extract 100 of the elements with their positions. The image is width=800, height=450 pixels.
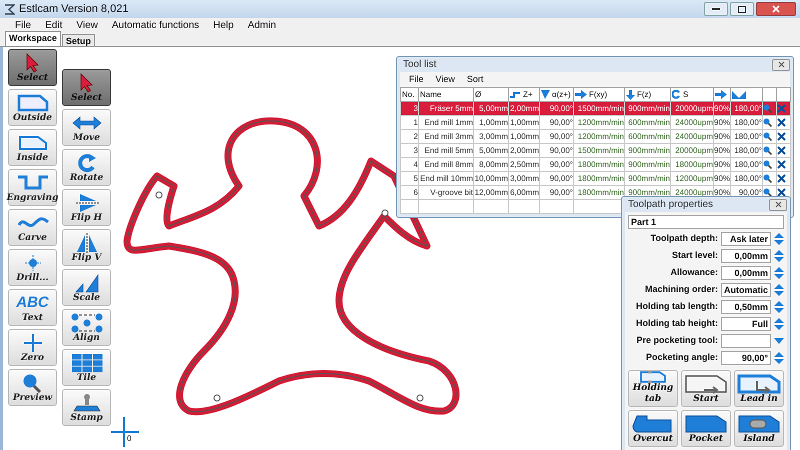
column-header[interactable]: F(z): [624, 88, 670, 102]
tool-button[interactable]: Engraving: [8, 169, 57, 206]
tool-button[interactable]: Scale: [62, 269, 111, 306]
panel-title: Toolpath properties: [628, 198, 714, 212]
column-header[interactable]: S: [670, 88, 714, 102]
close-button[interactable]: [772, 58, 790, 70]
tool-row[interactable]: 5 End mill 10mm 10,00mm 3,00mm 90,00° 1800mm/min 900mm/min 12000upm90% 180,00°: [400, 172, 790, 186]
tool-button[interactable]: Preview: [8, 369, 57, 406]
menu-item[interactable]: File: [409, 72, 424, 86]
toolpath-button[interactable]: Start: [681, 370, 731, 407]
toolpath-button[interactable]: Pocket: [681, 410, 731, 447]
table-cell: V-groove bit: [418, 186, 474, 200]
close-button[interactable]: [769, 198, 787, 210]
search-icon[interactable]: [763, 174, 772, 183]
table-cell: 90,00°: [540, 186, 574, 200]
tool-row[interactable]: 1 End mill 1mm 1,00mm 1,00mm 90,00° 1200mm/min 600mm/min 24000upm90% 180,00°: [400, 116, 790, 130]
tab[interactable]: Workspace: [5, 31, 61, 46]
value-field[interactable]: 0,00mm: [721, 249, 771, 263]
spinner-arrows-icon[interactable]: [774, 352, 784, 364]
toolpath-button[interactable]: Lead in: [734, 370, 784, 407]
column-header[interactable]: No.: [400, 88, 418, 102]
spinner-arrows-icon[interactable]: [774, 250, 784, 262]
field-label: Allowance:: [669, 266, 718, 280]
tool-button[interactable]: Flip V: [62, 229, 111, 266]
toolpath-button[interactable]: Holding tab: [628, 370, 678, 407]
value-field[interactable]: Full: [721, 317, 771, 331]
close-icon: [778, 61, 784, 68]
tool-button[interactable]: ABC Text: [8, 289, 57, 326]
menu-item[interactable]: Automatic functions: [112, 18, 200, 32]
rotate-icon: [672, 90, 681, 99]
menu-item[interactable]: Admin: [248, 18, 276, 32]
field-label: Pre pocketing tool:: [635, 334, 718, 348]
table-cell: 6,00mm: [508, 186, 540, 200]
tool-button[interactable]: Rotate: [62, 149, 111, 186]
menu-item[interactable]: Edit: [45, 18, 62, 32]
search-icon[interactable]: [763, 132, 772, 141]
grid-tiles-icon: [70, 353, 104, 373]
value-field[interactable]: 0,50mm: [721, 300, 771, 314]
field-label: Start level:: [670, 249, 718, 262]
part-name-field[interactable]: Part 1: [628, 215, 784, 229]
tool-button[interactable]: Zero: [8, 329, 57, 366]
value-field[interactable]: 90,00°: [721, 351, 771, 365]
menu-item[interactable]: Sort: [466, 72, 484, 86]
outline-shape-icon: [16, 93, 50, 113]
text-glyph: ABC: [16, 293, 49, 313]
tool-button[interactable]: Stamp: [62, 389, 111, 426]
tool-button[interactable]: Select: [8, 49, 57, 86]
tool-button[interactable]: Carve: [8, 209, 57, 246]
tool-button[interactable]: Move: [62, 109, 111, 146]
menu-item[interactable]: View: [436, 72, 455, 86]
column-header[interactable]: F(xy): [574, 88, 624, 102]
minimize-button[interactable]: [704, 2, 728, 16]
dropdown-arrow-icon[interactable]: [774, 338, 784, 344]
tool-button[interactable]: Select: [62, 69, 111, 106]
toolpath-button[interactable]: Island: [734, 410, 784, 447]
start-arrow-shape-icon: [684, 374, 728, 394]
tab[interactable]: Setup: [62, 34, 95, 46]
menu-item[interactable]: File: [15, 18, 32, 32]
field-label: Holding tab height:: [635, 317, 718, 330]
search-icon[interactable]: [763, 118, 772, 127]
column-header[interactable]: [714, 88, 730, 102]
close-button[interactable]: [756, 2, 796, 16]
tool-button[interactable]: Outside: [8, 89, 57, 126]
value-field[interactable]: Automatic: [721, 283, 771, 297]
island-shape-icon: [737, 414, 781, 434]
value-field[interactable]: 0,00mm: [721, 266, 771, 280]
v-notch-icon: [732, 90, 746, 98]
spinner-arrows-icon[interactable]: [774, 284, 784, 296]
maximize-button[interactable]: [730, 2, 754, 16]
spinner-arrows-icon[interactable]: [774, 301, 784, 313]
delete-icon[interactable]: [777, 118, 786, 127]
field-label: Holding tab length:: [635, 300, 718, 314]
column-header[interactable]: [730, 88, 762, 102]
align-dots-icon: [70, 313, 104, 333]
angle-icon: [541, 90, 550, 99]
tool-button[interactable]: Inside: [8, 129, 57, 166]
search-icon[interactable]: [763, 160, 772, 169]
value-field[interactable]: Ask later: [721, 232, 771, 246]
origin-label: 0: [127, 434, 132, 443]
toolpath-button[interactable]: Overcut: [628, 410, 678, 447]
delete-icon[interactable]: [777, 160, 786, 169]
value-field[interactable]: [721, 334, 771, 348]
delete-icon[interactable]: [777, 132, 786, 141]
search-icon[interactable]: [763, 146, 772, 155]
menu-item[interactable]: View: [76, 18, 98, 32]
delete-icon[interactable]: [777, 146, 786, 155]
spinner-arrows-icon[interactable]: [774, 233, 784, 245]
tool-button[interactable]: Drill...: [8, 249, 57, 286]
tool-row[interactable]: 3 End mill 5mm 5,00mm 2,00mm 90,00° 1500mm/min 900mm/min 20000upm90% 180,00°: [400, 144, 790, 158]
menu-item[interactable]: Help: [213, 18, 234, 32]
tool-button[interactable]: Align: [62, 309, 111, 346]
tool-row[interactable]: 4 End mill 8mm 8,00mm 2,50mm 90,00° 1800mm/min 900mm/min 18000upm90% 180,00°: [400, 158, 790, 172]
search-icon[interactable]: [763, 188, 772, 197]
spinner-arrows-icon[interactable]: [774, 318, 784, 330]
tool-button[interactable]: Tile: [62, 349, 111, 386]
tool-button[interactable]: Flip H: [62, 189, 111, 226]
delete-icon[interactable]: [777, 174, 786, 183]
delete-icon[interactable]: [777, 188, 786, 197]
tool-row[interactable]: 2 End mill 3mm 3,00mm 1,00mm 90,00° 1200mm/min 600mm/min 24000upm90% 180,00°: [400, 130, 790, 144]
spinner-arrows-icon[interactable]: [774, 267, 784, 279]
